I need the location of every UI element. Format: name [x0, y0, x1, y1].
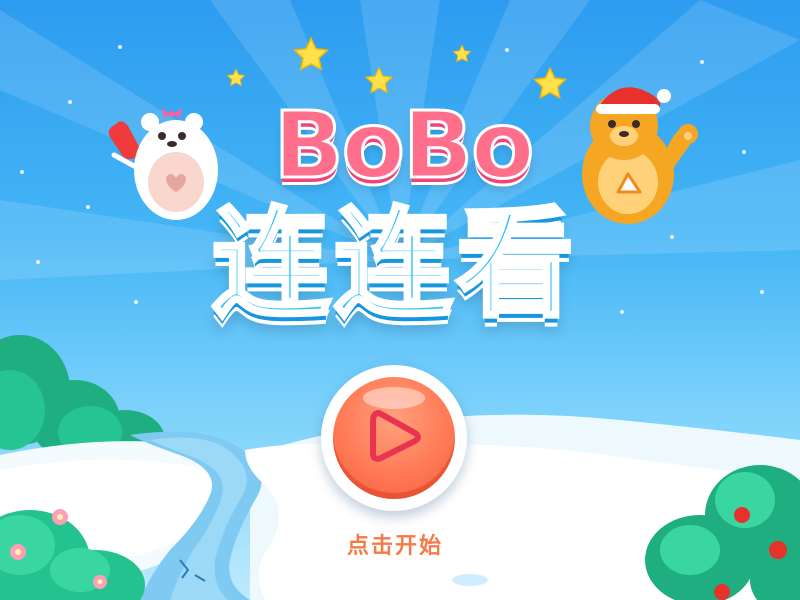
play-icon — [370, 410, 421, 462]
title-chinese: 连连看 — [210, 195, 578, 333]
start-label[interactable]: 点击开始 — [320, 528, 470, 560]
title-screen: BoBo 连连看 点击开始 — [0, 0, 800, 600]
start-button[interactable] — [321, 365, 467, 511]
start-button-face[interactable] — [333, 377, 455, 499]
title-latin: BoBo — [272, 92, 536, 199]
